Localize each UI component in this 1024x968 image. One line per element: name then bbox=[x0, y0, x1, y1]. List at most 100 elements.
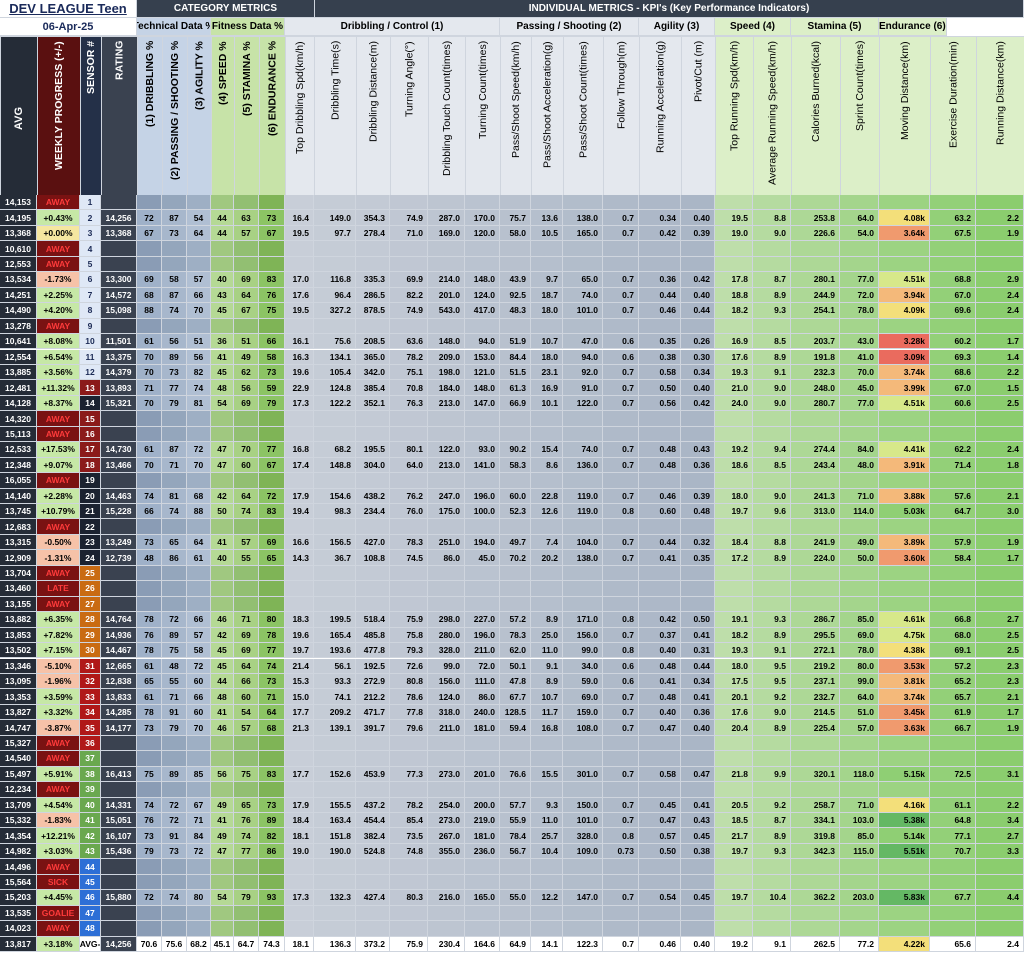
metric-cell[interactable]: 485.8 bbox=[356, 627, 390, 644]
progress-cell[interactable]: +17.53% bbox=[37, 442, 80, 458]
metric-cell[interactable]: 19.7 bbox=[715, 890, 753, 906]
metric-cell[interactable]: 78.0 bbox=[840, 643, 879, 659]
metric-cell[interactable]: 0.42 bbox=[639, 612, 681, 628]
metric-cell[interactable]: 19.2 bbox=[715, 442, 753, 458]
metric-cell[interactable]: 0.6 bbox=[603, 334, 639, 350]
metric-cell[interactable]: 138.0 bbox=[563, 210, 603, 226]
metric-cell[interactable] bbox=[390, 735, 428, 752]
metric-cell[interactable] bbox=[840, 751, 879, 767]
progress-cell[interactable]: +7.15% bbox=[37, 643, 80, 659]
metric-cell[interactable]: 194.0 bbox=[465, 534, 500, 551]
metric-cell[interactable]: 89 bbox=[259, 813, 285, 829]
metric-cell[interactable]: 156.5 bbox=[314, 534, 356, 551]
metric-cell[interactable] bbox=[356, 473, 390, 489]
metric-cell[interactable] bbox=[187, 735, 211, 752]
metric-cell[interactable]: 80.0 bbox=[840, 658, 879, 674]
metric-cell[interactable]: 10.7 bbox=[531, 334, 563, 350]
metric-cell[interactable]: 43.9 bbox=[500, 272, 531, 288]
metric-cell[interactable] bbox=[390, 905, 428, 922]
metric-cell[interactable]: 0.46 bbox=[639, 488, 681, 504]
metric-cell[interactable]: 9.0 bbox=[753, 704, 791, 721]
progress-cell[interactable]: +6.54% bbox=[37, 349, 80, 365]
metric-cell[interactable]: 20.1 bbox=[715, 689, 753, 705]
rating-cell[interactable]: 15,228 bbox=[101, 504, 137, 520]
metric-cell[interactable]: 67 bbox=[187, 797, 211, 813]
metric-cell[interactable] bbox=[603, 565, 639, 582]
metric-cell[interactable]: 192.5 bbox=[356, 658, 390, 674]
metric-cell[interactable]: 66 bbox=[187, 612, 211, 628]
metric-cell[interactable]: 87 bbox=[162, 210, 187, 226]
metric-cell[interactable]: 69 bbox=[234, 627, 259, 644]
metric-cell[interactable]: 84.0 bbox=[840, 442, 879, 458]
metric-cell[interactable]: 41 bbox=[211, 534, 234, 551]
footer-metric-cell[interactable]: 18.1 bbox=[285, 936, 314, 953]
avg-cell[interactable]: 14,153 bbox=[0, 195, 37, 211]
metric-cell[interactable] bbox=[162, 905, 187, 922]
metric-cell[interactable]: 74.8 bbox=[390, 843, 428, 860]
metric-cell[interactable]: 273.0 bbox=[428, 766, 465, 783]
metric-cell[interactable]: 104.0 bbox=[563, 534, 603, 551]
metric-cell[interactable]: 0.7 bbox=[603, 210, 639, 226]
metric-cell[interactable]: 121.0 bbox=[465, 364, 500, 381]
metric-cell[interactable]: 89 bbox=[162, 766, 187, 783]
metric-cell[interactable] bbox=[211, 256, 234, 273]
metric-cell[interactable] bbox=[531, 751, 563, 767]
metric-cell[interactable]: 181.0 bbox=[465, 720, 500, 736]
metric-cell[interactable] bbox=[563, 411, 603, 427]
metric-cell[interactable] bbox=[879, 921, 930, 937]
metric-cell[interactable]: 61 bbox=[187, 550, 211, 566]
metric-cell[interactable] bbox=[187, 241, 211, 257]
metric-cell[interactable] bbox=[879, 241, 930, 257]
sub-header-8[interactable]: Endurance (6) bbox=[879, 18, 947, 36]
metric-cell[interactable] bbox=[976, 195, 1024, 211]
metric-cell[interactable]: 17.6 bbox=[715, 349, 753, 365]
metric-cell[interactable]: 43 bbox=[211, 287, 234, 304]
metric-cell[interactable]: 232.3 bbox=[791, 364, 840, 381]
metric-cell[interactable] bbox=[162, 782, 187, 798]
metric-cell[interactable]: 3.4 bbox=[976, 813, 1024, 829]
metric-cell[interactable]: 120.0 bbox=[465, 225, 500, 242]
metric-cell[interactable]: 200.0 bbox=[465, 797, 500, 813]
metric-cell[interactable]: 72 bbox=[137, 210, 162, 226]
metric-cell[interactable] bbox=[791, 411, 840, 427]
metric-cell[interactable]: 56 bbox=[187, 349, 211, 365]
metric-cell[interactable] bbox=[531, 874, 563, 891]
metric-cell[interactable]: 18.2 bbox=[715, 627, 753, 644]
metric-cell[interactable]: 69.0 bbox=[840, 627, 879, 644]
metric-cell[interactable]: 74 bbox=[137, 488, 162, 504]
metric-cell[interactable]: 46 bbox=[211, 720, 234, 736]
metric-cell[interactable] bbox=[976, 751, 1024, 767]
metric-cell[interactable] bbox=[314, 318, 356, 335]
metric-cell[interactable] bbox=[356, 318, 390, 335]
metric-cell[interactable] bbox=[390, 859, 428, 875]
footer-metric-cell[interactable]: 164.6 bbox=[465, 936, 500, 953]
metric-cell[interactable] bbox=[428, 735, 465, 752]
metric-cell[interactable] bbox=[715, 256, 753, 273]
metric-cell[interactable]: 66 bbox=[234, 673, 259, 690]
metric-cell[interactable] bbox=[314, 735, 356, 752]
footer-rating[interactable]: 14,256 bbox=[101, 936, 137, 953]
metric-cell[interactable]: 74.9 bbox=[390, 303, 428, 319]
metric-cell[interactable] bbox=[681, 256, 715, 273]
metric-cell[interactable] bbox=[840, 735, 879, 752]
metric-cell[interactable]: 219.2 bbox=[791, 658, 840, 674]
column-header-5[interactable]: (5) STAMINA % bbox=[234, 36, 259, 195]
metric-cell[interactable]: 17.0 bbox=[285, 272, 314, 288]
metric-cell[interactable]: 244.9 bbox=[791, 287, 840, 304]
metric-cell[interactable] bbox=[930, 426, 976, 443]
metric-cell[interactable]: 62.0 bbox=[500, 643, 531, 659]
metric-cell[interactable]: 201.0 bbox=[465, 766, 500, 783]
metric-cell[interactable]: 20.4 bbox=[715, 720, 753, 736]
metric-cell[interactable] bbox=[840, 256, 879, 273]
metric-cell[interactable] bbox=[879, 318, 930, 335]
metric-cell[interactable] bbox=[162, 859, 187, 875]
metric-cell[interactable] bbox=[840, 905, 879, 922]
rating-cell[interactable]: 14,936 bbox=[101, 627, 137, 644]
metric-cell[interactable]: 196.0 bbox=[465, 627, 500, 644]
metric-cell[interactable]: 74 bbox=[187, 380, 211, 396]
metric-cell[interactable] bbox=[639, 426, 681, 443]
metric-cell[interactable]: 5.51k bbox=[879, 843, 930, 860]
metric-cell[interactable]: 59 bbox=[259, 380, 285, 396]
metric-cell[interactable]: 0.40 bbox=[681, 720, 715, 736]
metric-cell[interactable] bbox=[234, 256, 259, 273]
